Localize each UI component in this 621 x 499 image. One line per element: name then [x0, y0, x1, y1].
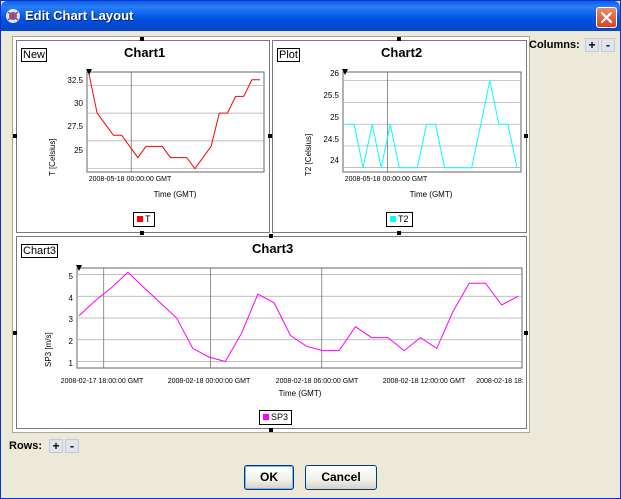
dialog-content: New Chart1 T [Celsius] 25 27.5 30 32.5 2…	[4, 31, 619, 496]
resize-handle-top-3[interactable]	[269, 234, 273, 238]
x-tick-label: 2008-02-17 18:00:00 GMT	[61, 378, 144, 385]
remove-row-button[interactable]: -	[65, 439, 79, 453]
close-button[interactable]	[596, 7, 617, 28]
x-axis-label: Time (GMT)	[154, 190, 197, 199]
chart1-legend: T	[133, 212, 155, 227]
window-title: Edit Chart Layout	[25, 8, 134, 23]
resize-handle-bottom-2[interactable]	[397, 231, 401, 235]
title-bar[interactable]: Edit Chart Layout	[1, 1, 620, 31]
x-tick-label: 2008-05-18 00:00:00 GMT	[345, 176, 428, 183]
edit-chart-layout-window: Edit Chart Layout New Chart1 T [Celsius]…	[0, 0, 621, 499]
add-column-button[interactable]: +	[585, 38, 599, 52]
x-tick-label: 2008-02-18 00:00:00 GMT	[168, 378, 251, 385]
chart3-tag[interactable]: Chart3	[21, 244, 59, 258]
chart3-panel[interactable]: Chart3 Chart3 SP3 [m/s] 1 2 3 4 5 2008-0…	[16, 236, 527, 429]
chart2-title: Chart2	[381, 45, 423, 60]
chart3-legend: SP3	[259, 410, 293, 425]
x-tick-label: 2008-02-18 12:00:00 GMT	[383, 378, 466, 385]
y-tick-label: 30	[74, 99, 83, 108]
ok-button[interactable]: OK	[244, 465, 294, 490]
y-tick-label: 5	[69, 272, 74, 281]
chart2-tag[interactable]: Plot	[277, 48, 300, 62]
cancel-button[interactable]: Cancel	[305, 465, 377, 490]
chart1-plot: T [Celsius] 25 27.5 30 32.5 2008-05-18 0…	[48, 69, 265, 199]
y-tick-label: 1	[69, 359, 74, 368]
resize-handle-top-left[interactable]	[140, 37, 144, 41]
y-axis-label: T [Celsius]	[48, 138, 57, 176]
resize-handle-left-1[interactable]	[13, 134, 17, 138]
y-axis-label: SP3 [m/s]	[44, 332, 53, 367]
legend-label: SP3	[271, 412, 289, 422]
y-axis-label: T2 [Celsius]	[304, 134, 313, 176]
chart2-legend: T2	[386, 212, 413, 227]
plot-area	[86, 71, 265, 173]
resize-handle-mid-1[interactable]	[268, 134, 272, 138]
y-tick-label: 27.5	[67, 122, 83, 131]
y-tick-label: 25	[330, 113, 339, 122]
chart3-plot: SP3 [m/s] 1 2 3 4 5 2008-02-17 18:00:00 …	[44, 265, 524, 398]
chart3-title: Chart3	[252, 241, 294, 256]
x-tick-label: 2008-05-18 00:00:00 GMT	[89, 176, 172, 183]
x-tick-label: 2008-02-18 18:	[476, 378, 524, 385]
chart1-tag[interactable]: New	[21, 48, 48, 62]
y-tick-label: 25.5	[323, 91, 339, 100]
resize-handle-left-3[interactable]	[13, 331, 17, 335]
resize-handle-bottom-3[interactable]	[269, 428, 273, 432]
plot-area	[342, 71, 522, 173]
layout-canvas: New Chart1 T [Celsius] 25 27.5 30 32.5 2…	[12, 36, 530, 433]
chart1-title: Chart1	[124, 45, 166, 60]
y-tick-label: 32.5	[67, 76, 83, 85]
java-app-icon	[6, 9, 20, 23]
resize-handle-bottom-1[interactable]	[140, 231, 144, 235]
y-tick-label: 2	[69, 337, 74, 346]
rows-label: Rows:	[9, 440, 42, 452]
y-tick-label: 24	[330, 156, 339, 165]
x-axis-label: Time (GMT)	[410, 190, 453, 199]
resize-handle-right-1[interactable]	[524, 134, 528, 138]
y-tick-label: 26	[330, 69, 339, 78]
y-tick-label: 24.5	[323, 135, 339, 144]
remove-column-button[interactable]: -	[601, 38, 615, 52]
x-tick-label: 2008-02-18 06:00:00 GMT	[276, 378, 359, 385]
resize-handle-top-right[interactable]	[397, 37, 401, 41]
chart1-panel[interactable]: New Chart1 T [Celsius] 25 27.5 30 32.5 2…	[16, 40, 270, 233]
resize-handle-right-3[interactable]	[524, 331, 528, 335]
x-axis-label: Time (GMT)	[279, 389, 322, 398]
y-tick-label: 25	[74, 146, 83, 155]
close-icon	[600, 11, 613, 24]
add-row-button[interactable]: +	[49, 439, 63, 453]
legend-swatch	[390, 216, 396, 222]
chart2-plot: T2 [Celsius] 24 24.5 25 25.5 26 2008-05-…	[304, 69, 522, 199]
y-tick-label: 4	[69, 294, 74, 303]
chart2-panel[interactable]: Plot Chart2 T2 [Celsius] 24 24.5 25 25.5…	[272, 40, 527, 233]
legend-label: T	[145, 214, 151, 224]
columns-label: Columns:	[529, 39, 580, 51]
legend-swatch	[263, 414, 269, 420]
legend-label: T2	[398, 214, 409, 224]
legend-swatch	[137, 216, 143, 222]
y-tick-label: 3	[69, 315, 74, 324]
